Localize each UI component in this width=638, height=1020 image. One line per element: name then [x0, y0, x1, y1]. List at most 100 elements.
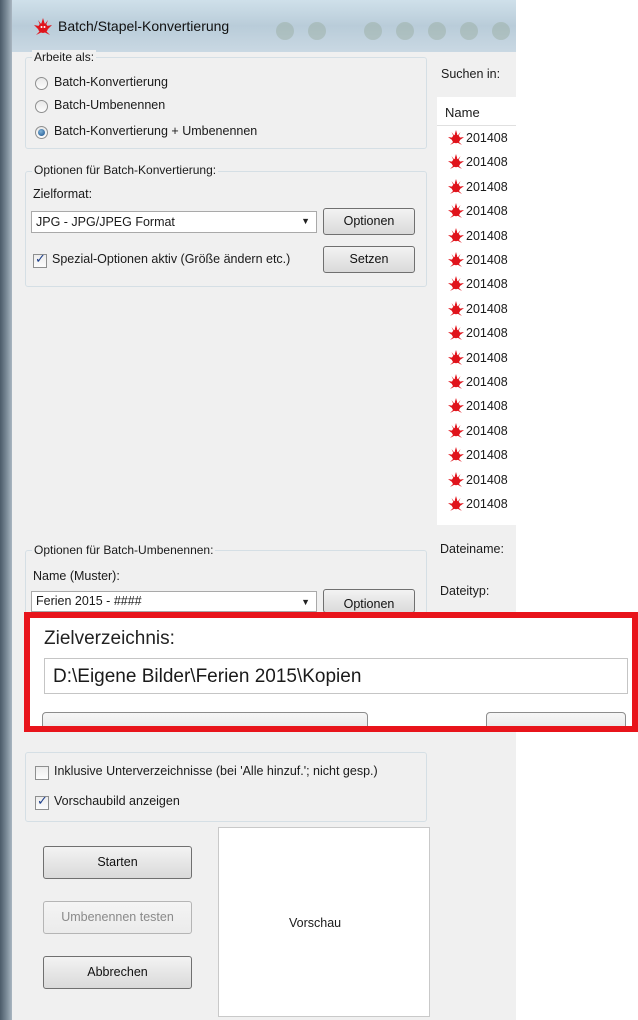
file-name: 201408 [466, 204, 508, 219]
set-button[interactable]: Setzen [323, 246, 415, 273]
file-name: 201408 [466, 326, 508, 341]
radio-conversion-and-rename-label[interactable]: Batch-Konvertierung + Umbenennen [54, 124, 257, 138]
file-name: 201408 [466, 253, 508, 267]
file-name: 201408 [466, 375, 508, 389]
file-list-item[interactable]: 201408 [447, 470, 517, 490]
filename-label: Dateiname: [440, 542, 504, 556]
window-title: Batch/Stapel-Konvertierung [58, 18, 230, 34]
file-name: 201408 [466, 155, 508, 170]
file-list-item[interactable]: 201408 [447, 250, 517, 270]
file-name: 201408 [466, 399, 508, 414]
include-subdirs-checkbox[interactable] [35, 766, 49, 780]
radio-batch-conversion-label[interactable]: Batch-Konvertierung [54, 75, 168, 89]
toolbar-ghost-icon [308, 22, 326, 40]
target-directory-label: Zielverzeichnis: [44, 628, 175, 649]
irfanview-file-icon [448, 398, 464, 414]
target-format-select[interactable]: JPG - JPG/JPEG Format ▼ [31, 211, 317, 233]
irfanview-file-icon [448, 130, 464, 145]
irfanview-cat-icon [34, 18, 52, 35]
irfanview-file-icon [448, 496, 464, 511]
toolbar-ghost-icon [364, 22, 382, 40]
file-list-item[interactable]: 201408 [447, 274, 517, 294]
rename-options-label: Optionen für Batch-Umbenennen: [32, 543, 216, 557]
file-list-item[interactable]: 201408 [447, 421, 517, 441]
conversion-options-label: Optionen für Batch-Konvertierung: [32, 163, 219, 177]
toolbar-ghost-icon [492, 22, 510, 40]
chevron-down-icon[interactable]: ▼ [301, 597, 310, 607]
cropped-button[interactable] [42, 712, 368, 726]
search-in-label: Suchen in: [441, 67, 501, 81]
window-left-edge [0, 0, 12, 1020]
toolbar-ghost-icon [428, 22, 446, 40]
file-name: 201408 [466, 497, 508, 511]
file-list-item[interactable]: 201408 [447, 177, 517, 197]
file-list-item[interactable]: 201408 [447, 494, 517, 514]
file-list-item[interactable]: 201408 [447, 323, 517, 343]
file-list-item[interactable]: 201408 [447, 201, 517, 221]
irfanview-file-icon [448, 252, 464, 267]
file-name: 201408 [466, 448, 508, 463]
filetype-label: Dateityp: [440, 584, 490, 598]
toolbar-ghost-icon [396, 22, 414, 40]
file-list-item[interactable]: 201408 [447, 226, 517, 246]
name-pattern-value: Ferien 2015 - #### [36, 594, 142, 608]
irfanview-file-icon [448, 154, 464, 170]
irfanview-file-icon [448, 300, 464, 316]
conversion-options-button[interactable]: Optionen [323, 208, 415, 235]
radio-conversion-and-rename[interactable] [35, 126, 48, 139]
file-name: 201408 [466, 350, 508, 365]
target-directory-input[interactable]: D:\Eigene Bilder\Ferien 2015\Kopien [44, 658, 628, 694]
irfanview-file-icon [448, 203, 464, 219]
file-name: 201408 [466, 472, 508, 487]
target-format-value: JPG - JPG/JPEG Format [36, 215, 175, 229]
column-header-name-label: Name [445, 105, 480, 120]
name-pattern-select[interactable]: Ferien 2015 - #### ▼ [31, 591, 317, 612]
target-format-label: Zielformat: [33, 187, 93, 201]
cropped-button[interactable] [486, 712, 626, 726]
irfanview-file-icon [448, 325, 464, 341]
file-name: 201408 [466, 179, 508, 194]
file-list-item[interactable]: 201408 [447, 396, 517, 416]
file-name: 201408 [466, 423, 508, 438]
include-subdirs-label[interactable]: Inklusive Unterverzeichnisse (bei 'Alle … [54, 764, 378, 778]
file-list-item[interactable]: 201408 [447, 445, 517, 465]
special-options-checkbox[interactable] [33, 252, 47, 268]
irfanview-file-icon [448, 349, 464, 365]
toolbar-ghost-icon [460, 22, 478, 40]
irfanview-file-icon [448, 276, 464, 292]
target-directory-callout: Zielverzeichnis: D:\Eigene Bilder\Ferien… [24, 612, 638, 732]
irfanview-file-icon [448, 374, 464, 389]
test-rename-button[interactable]: Umbenennen testen [43, 901, 192, 934]
name-pattern-label: Name (Muster): [33, 569, 120, 583]
radio-batch-conversion[interactable] [35, 77, 48, 90]
file-list-item[interactable]: 201408 [447, 348, 517, 368]
file-list-item[interactable]: 201408 [447, 152, 517, 172]
irfanview-file-icon [448, 178, 464, 194]
preview-label: Vorschau [289, 916, 342, 930]
show-thumbnail-checkbox[interactable] [35, 794, 49, 810]
options-checkbox-group [25, 752, 427, 822]
file-name: 201408 [466, 131, 508, 145]
special-options-label[interactable]: Spezial-Optionen aktiv (Größe ändern etc… [52, 252, 290, 266]
irfanview-file-icon [448, 447, 464, 463]
irfanview-file-icon [448, 227, 464, 243]
show-thumbnail-label[interactable]: Vorschaubild anzeigen [54, 794, 180, 808]
start-button[interactable]: Starten [43, 846, 192, 879]
chevron-down-icon[interactable]: ▼ [301, 216, 310, 226]
work-as-label: Arbeite als: [32, 50, 97, 64]
radio-batch-rename-label[interactable]: Batch-Umbenennen [54, 98, 165, 112]
file-list-item[interactable]: 201408 [447, 372, 517, 392]
file-name: 201408 [466, 301, 508, 316]
cancel-button[interactable]: Abbrechen [43, 956, 192, 989]
file-name: 201408 [466, 228, 508, 243]
toolbar-ghost-icon [276, 22, 294, 40]
title-bar[interactable]: Batch/Stapel-Konvertierung [12, 0, 516, 52]
file-list-item[interactable]: 201408 [447, 299, 517, 319]
file-list-item[interactable]: 201408 [447, 128, 517, 148]
radio-batch-rename[interactable] [35, 100, 48, 113]
file-name: 201408 [466, 277, 508, 292]
column-header-name[interactable]: Name [437, 97, 516, 126]
rename-options-button[interactable]: Optionen [323, 589, 415, 613]
irfanview-file-icon [448, 422, 464, 438]
irfanview-file-icon [448, 471, 464, 487]
